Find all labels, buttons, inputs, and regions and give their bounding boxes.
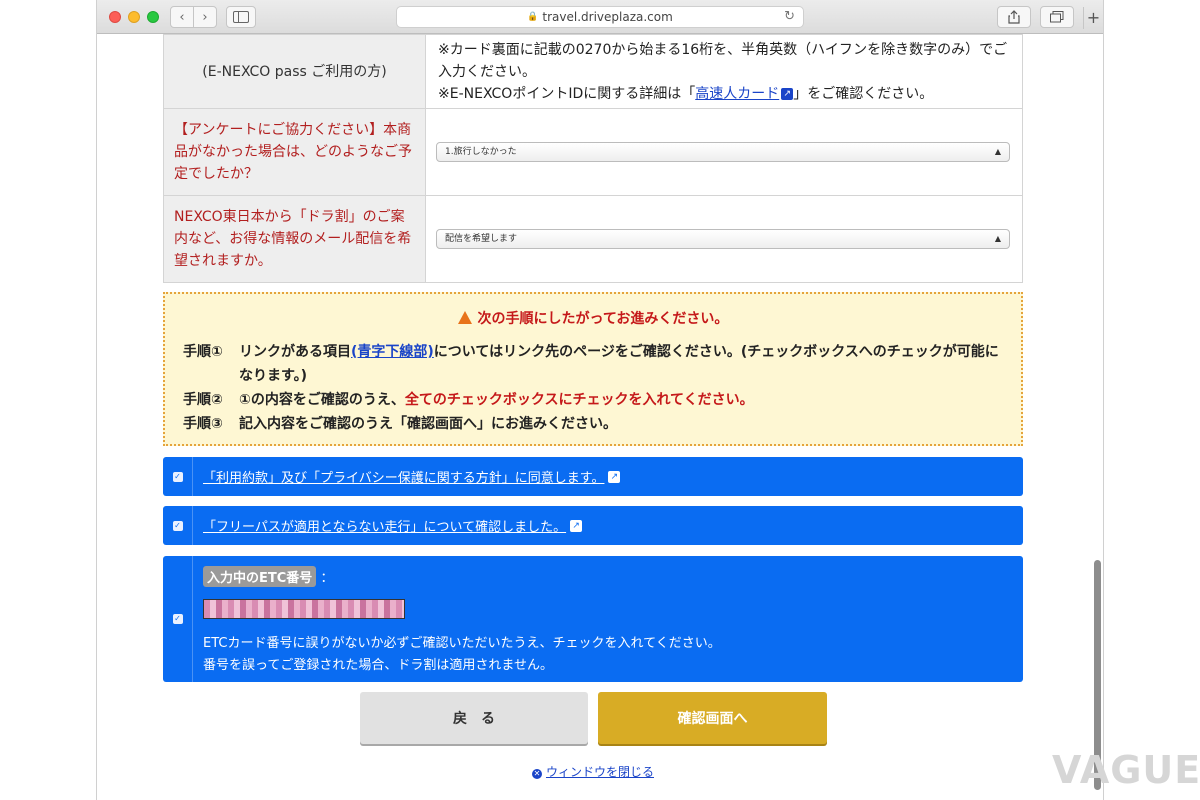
form-label-mail: NEXCO東日本から「ドラ割」のご案内など、お得な情報のメール配信を希望されます… — [164, 196, 426, 282]
survey-select[interactable]: 1.旅行しなかった ▲ — [436, 142, 1010, 162]
form-cell-enexco: ※カード裏面に記載の0270から始まる16桁を、半角英数（ハイフンを除き数字のみ… — [426, 35, 1022, 108]
back-nav-button[interactable]: ‹ — [170, 6, 194, 28]
step-2: 手順② ①の内容をご確認のうえ、全てのチェックボックスにチェックを入れてください… — [183, 388, 1003, 412]
etc-confirm-body: 入力中のETC番号 ： ETCカード番号に誤りがないか必ずご確認いただいたうえ、… — [193, 556, 731, 682]
enexco-note-1: ※カード裏面に記載の0270から始まる16桁を、半角英数（ハイフンを除き数字のみ… — [438, 41, 1008, 80]
form-table: (E-NEXCO pass ご利用の方) ※カード裏面に記載の0270から始まる… — [163, 34, 1023, 283]
form-cell-survey: 1.旅行しなかった ▲ — [426, 109, 1022, 195]
external-link-icon: ↗ — [570, 519, 583, 532]
etc-checkbox[interactable]: ✓ — [172, 614, 183, 624]
mail-select[interactable]: 配信を希望します ▲ — [436, 229, 1010, 249]
forward-nav-button[interactable]: › — [193, 6, 217, 28]
tabs-icon — [1050, 11, 1064, 23]
etc-number-field-obscured — [203, 599, 405, 619]
instructions-title: 次の手順にしたがってお進みください。 — [183, 308, 1003, 328]
address-url: travel.driveplaza.com — [542, 10, 673, 24]
reload-icon[interactable]: ↻ — [784, 9, 795, 24]
form-label-survey: 【アンケートにご協力ください】本商品がなかった場合は、どのようなご予定でしたか？ — [164, 109, 426, 195]
enexco-note-suffix: 」をご確認ください。 — [793, 85, 934, 102]
close-window-link-wrap: ✕ ウィンドウを閉じる — [163, 763, 1023, 780]
vague-watermark: VAGUE — [1052, 748, 1200, 792]
etc-number-tag: 入力中のETC番号 — [203, 566, 317, 587]
step-2-emphasis: 全てのチェックボックスにチェックを入れてください。 — [404, 392, 754, 408]
freepass-label: 「フリーパスが適用とならない走行」について確認しました。 ↗ — [193, 506, 583, 545]
sidebar-toggle-button[interactable] — [226, 6, 256, 28]
chevron-left-icon: ‹ — [179, 9, 185, 25]
step-3: 手順③ 記入内容をご確認のうえ「確認画面へ」にお進みください。 — [183, 412, 1003, 436]
step-1-label: 手順① — [183, 344, 223, 360]
freepass-link[interactable]: 「フリーパスが適用とならない走行」について確認しました。 — [203, 516, 566, 535]
step-2-text: ①の内容をご確認のうえ、全てのチェックボックスにチェックを入れてください。 — [239, 388, 754, 412]
tab-overview-button[interactable] — [1040, 6, 1074, 28]
etc-colon: ： — [320, 571, 334, 586]
etc-checkbox-cell: ✓ — [163, 556, 193, 682]
form-cell-mail: 配信を希望します ▲ — [426, 196, 1022, 282]
new-tab-button[interactable]: + — [1083, 7, 1103, 29]
warning-icon — [457, 311, 472, 324]
lock-icon: 🔒 — [527, 12, 539, 22]
etc-note: ETCカード番号に誤りがないか必ずご確認いただいたうえ、チェックを入れてください… — [203, 633, 721, 677]
terms-checkbox-cell: ✓ — [163, 457, 193, 496]
back-button[interactable]: 戻る — [360, 692, 588, 744]
terms-link[interactable]: 「利用約款」及び「プライバシー保護に関する方針」に同意します。 — [203, 467, 604, 486]
survey-select-value: 1.旅行しなかった — [445, 147, 517, 157]
close-window-icon[interactable] — [109, 11, 121, 23]
browser-window: ‹ › 🔒 travel.driveplaza.com ↻ + (E-NEXCO… — [97, 0, 1103, 800]
share-button[interactable] — [997, 6, 1031, 28]
form-row-mail: NEXCO東日本から「ドラ割」のご案内など、お得な情報のメール配信を希望されます… — [164, 195, 1022, 282]
external-link-icon: ↗ — [781, 87, 794, 100]
form-row-survey: 【アンケートにご協力ください】本商品がなかった場合は、どのようなご予定でしたか？… — [164, 108, 1022, 195]
highway-card-link[interactable]: 高速人カード — [695, 86, 779, 102]
browser-toolbar: ‹ › 🔒 travel.driveplaza.com ↻ + — [97, 0, 1103, 34]
step-3-label: 手順③ — [183, 416, 223, 432]
instructions-title-text: 次の手順にしたがってお進みください。 — [477, 311, 729, 327]
step-3-text: 記入内容をご確認のうえ「確認画面へ」にお進みください。 — [239, 416, 617, 432]
step-2-pre: ①の内容をご確認のうえ、 — [239, 392, 405, 408]
etc-note-line-2: 番号を誤ってご登録された場合、ドラ割は適用されません。 — [203, 658, 553, 673]
step-1-text: リンクがある項目(青字下線部)についてはリンク先のページをご確認ください。(チェ… — [239, 340, 1003, 388]
address-bar[interactable]: 🔒 travel.driveplaza.com ↻ — [396, 6, 804, 28]
etc-confirm-row: ✓ 入力中のETC番号 ： ETCカード番号に誤りがないか必ずご確認いただいたう… — [163, 556, 1023, 682]
close-circle-icon: ✕ — [531, 769, 542, 779]
enexco-note-2: ※E-NEXCOポイントIDに関する詳細は「高速人カード ↗ 」をご確認ください。 — [438, 83, 1012, 105]
confirm-screen-button[interactable]: 確認画面へ — [598, 692, 827, 744]
step-1-link: (青字下線部) — [351, 344, 434, 360]
share-icon — [1008, 10, 1020, 24]
instructions-box: 次の手順にしたがってお進みください。 手順① リンクがある項目(青字下線部)につ… — [163, 292, 1023, 446]
form-label-enexco: (E-NEXCO pass ご利用の方) — [164, 35, 426, 108]
mail-select-value: 配信を希望します — [445, 234, 518, 244]
chevron-right-icon: › — [202, 9, 208, 25]
sidebar-icon — [233, 11, 249, 23]
select-arrows-icon: ▲ — [994, 234, 1001, 243]
etc-heading: 入力中のETC番号 ： — [203, 566, 721, 587]
step-1: 手順① リンクがある項目(青字下線部)についてはリンク先のページをご確認ください… — [183, 340, 1003, 388]
select-arrows-icon: ▲ — [994, 147, 1001, 156]
minimize-window-icon[interactable] — [128, 11, 140, 23]
zoom-window-icon[interactable] — [147, 11, 159, 23]
freepass-consent-row: ✓ 「フリーパスが適用とならない走行」について確認しました。 ↗ — [163, 506, 1023, 545]
freepass-checkbox-cell: ✓ — [163, 506, 193, 545]
page-content: (E-NEXCO pass ご利用の方) ※カード裏面に記載の0270から始まる… — [97, 34, 1103, 800]
form-row-enexco: (E-NEXCO pass ご利用の方) ※カード裏面に記載の0270から始まる… — [164, 34, 1022, 108]
terms-label: 「利用約款」及び「プライバシー保護に関する方針」に同意します。 ↗ — [193, 457, 621, 496]
external-link-icon: ↗ — [608, 470, 621, 483]
step-1-pre: リンクがある項目 — [239, 344, 351, 360]
freepass-checkbox[interactable]: ✓ — [172, 520, 183, 531]
etc-note-line-1: ETCカード番号に誤りがないか必ずご確認いただいたうえ、チェックを入れてください… — [203, 636, 721, 651]
terms-consent-row: ✓ 「利用約款」及び「プライバシー保護に関する方針」に同意します。 ↗ — [163, 457, 1023, 496]
close-window-link[interactable]: ウィンドウを閉じる — [546, 765, 654, 779]
step-2-label: 手順② — [183, 392, 223, 408]
enexco-note-prefix: ※E-NEXCOポイントIDに関する詳細は「 — [438, 85, 696, 102]
terms-checkbox[interactable]: ✓ — [172, 471, 183, 482]
